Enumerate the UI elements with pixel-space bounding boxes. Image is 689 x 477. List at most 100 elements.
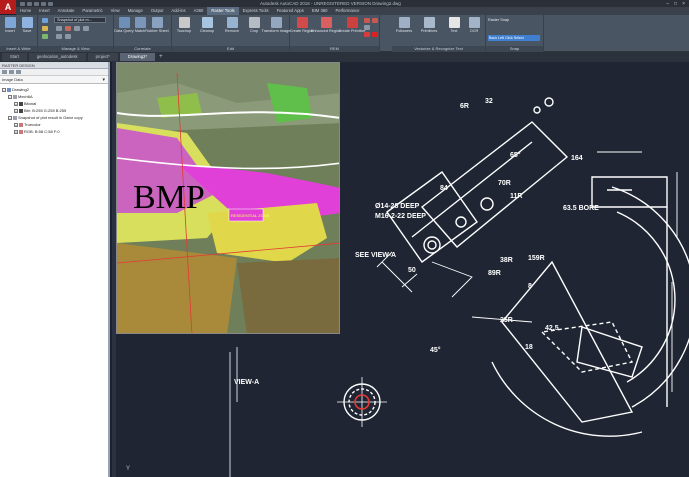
dimension-label: 84 (440, 185, 448, 192)
touchup-icon (178, 17, 190, 28)
delete-image-icon[interactable] (65, 26, 71, 31)
cleanup-icon (201, 17, 213, 28)
image-selector-dropdown[interactable]: Snapshot of plot m... (54, 17, 106, 23)
panel-tool-icon[interactable] (2, 70, 7, 74)
quick-access-toolbar[interactable] (20, 0, 53, 7)
brown-zone (117, 243, 237, 333)
rem-option-icon[interactable] (364, 18, 370, 23)
document-tab[interactable]: geolocation_autodesk (28, 53, 86, 61)
raster-snap-toggle[interactable]: Raster Snap (488, 17, 540, 23)
expand-icon[interactable]: + (14, 122, 18, 127)
tab-featured-apps[interactable]: Featured Apps (273, 7, 308, 15)
create-primitive-button[interactable]: Create Primitive (339, 15, 366, 33)
primitives-button[interactable]: Primitives (419, 15, 439, 33)
image-icon (13, 115, 17, 120)
image-icon (19, 101, 23, 106)
expand-icon[interactable]: − (8, 94, 12, 99)
dimension-label: 164 (571, 155, 583, 162)
dimension-label: 32 (485, 98, 493, 105)
tab-annotate[interactable]: Annotate (54, 7, 79, 15)
snap-mode-selector[interactable]: Back Left Click Select (488, 35, 540, 41)
expand-icon[interactable]: − (8, 115, 12, 120)
document-tab[interactable]: project* (87, 53, 118, 61)
tab-output[interactable]: Output (147, 7, 168, 15)
new-icon[interactable] (20, 1, 25, 6)
image-visible-icon[interactable] (42, 34, 48, 39)
followers-button[interactable]: Followers (394, 15, 414, 33)
tree-node[interactable]: + Bitonal (0, 100, 108, 107)
ocr-icon (468, 17, 480, 28)
undo-icon[interactable] (41, 1, 46, 6)
tab-view[interactable]: View (107, 7, 124, 15)
document-tab[interactable]: Drawing2* (119, 53, 156, 61)
ocr-button[interactable]: OCR (464, 15, 484, 33)
bolt-hole (533, 106, 541, 114)
panel-toolbar (0, 69, 108, 76)
tab-home[interactable]: Home (16, 7, 35, 15)
palette-icon[interactable] (56, 34, 62, 39)
tab-parametric[interactable]: Parametric (78, 7, 106, 15)
tab-a360[interactable]: A360 (190, 7, 208, 15)
tab-express-tools[interactable]: Express Tools (239, 7, 273, 15)
new-tab-button[interactable]: + (159, 54, 163, 60)
rubber-sheet-button[interactable]: Rubber Sheet (145, 15, 169, 33)
tree-node[interactable]: + Truecolor (0, 121, 108, 128)
tree-node-label: RGB: B:58 C:58 F:0 (24, 129, 60, 134)
image-props-icon[interactable] (42, 26, 48, 31)
ribbon: Insert Save Insert & Write Snapshot of p… (0, 15, 689, 52)
tab-manage[interactable]: Manage (124, 7, 147, 15)
rem-option-icon[interactable] (364, 32, 370, 37)
tab-bim-360[interactable]: BIM 360 (308, 7, 332, 15)
bolt-hole (480, 197, 494, 211)
tree-node-label: Mech6A (18, 94, 33, 99)
save-icon[interactable] (34, 1, 39, 6)
tree-node[interactable]: + Bitr: B:255 G:255 B:255 (0, 107, 108, 114)
open-icon[interactable] (27, 1, 32, 6)
tree-node[interactable]: + RGB: B:58 C:58 F:0 (0, 128, 108, 135)
tree-node[interactable]: − Snapshot of plot result in Gator copy (0, 114, 108, 121)
tree-node[interactable]: − Mech6A (0, 93, 108, 100)
transparency-icon[interactable] (65, 34, 71, 39)
touchup-button[interactable]: Touchup (174, 15, 194, 33)
expand-icon[interactable]: + (14, 129, 18, 134)
tab-add-ins[interactable]: Add-ins (167, 7, 189, 15)
tab-raster-tools[interactable]: Raster Tools (207, 7, 239, 15)
tab-insert[interactable]: Insert (35, 7, 53, 15)
rem-option-icon[interactable] (364, 25, 370, 30)
create-region-button[interactable]: Create Region (290, 15, 314, 33)
expand-icon[interactable]: + (14, 101, 18, 106)
rem-option-icon[interactable] (372, 18, 378, 23)
zoom-image-icon[interactable] (74, 26, 80, 31)
remove-button[interactable]: Remove (222, 15, 242, 33)
panel-tool-icon[interactable] (9, 70, 14, 74)
dimension-lines (597, 151, 678, 392)
expand-icon[interactable]: + (14, 108, 18, 113)
text-button[interactable]: Text (444, 15, 464, 33)
document-tab[interactable]: Start (2, 53, 27, 61)
tree-node[interactable]: − Drawing2 (0, 86, 108, 93)
application-menu-button[interactable]: A (0, 0, 16, 14)
tab-performance[interactable]: Performance (331, 7, 363, 15)
layer-icon[interactable] (56, 26, 62, 31)
rubber-sheet-icon (151, 17, 163, 28)
image-frame-icon[interactable] (42, 18, 48, 23)
expand-icon[interactable]: − (2, 87, 6, 92)
cleanup-button[interactable]: Cleanup (197, 15, 217, 33)
frame-toggle-icon[interactable] (83, 26, 89, 31)
title-bar: Autodesk AutoCAD 2018 - UNREGISTERED VER… (0, 0, 689, 7)
save-button[interactable]: Save (17, 15, 37, 33)
image-icon (19, 129, 23, 134)
transform-image-button[interactable]: Transform Image (262, 15, 290, 33)
enhanced-region-button[interactable]: Enhanced Region (311, 15, 341, 33)
redo-icon[interactable] (48, 1, 53, 6)
ribbon-group-manage-view: Snapshot of plot m... Manage & View (38, 15, 114, 52)
rem-option-icon[interactable] (372, 32, 378, 37)
image-data-dropdown[interactable]: Image Data (0, 76, 108, 84)
bolt-hole (455, 216, 467, 228)
dimension-label: 45° (430, 346, 441, 354)
create-primitive-icon (346, 17, 358, 28)
text-icon (448, 17, 460, 28)
image-icon (13, 94, 17, 99)
panel-tool-icon[interactable] (16, 70, 21, 74)
raster-map-image[interactable]: RESIDENTIAL ZONE BMP (116, 62, 340, 334)
